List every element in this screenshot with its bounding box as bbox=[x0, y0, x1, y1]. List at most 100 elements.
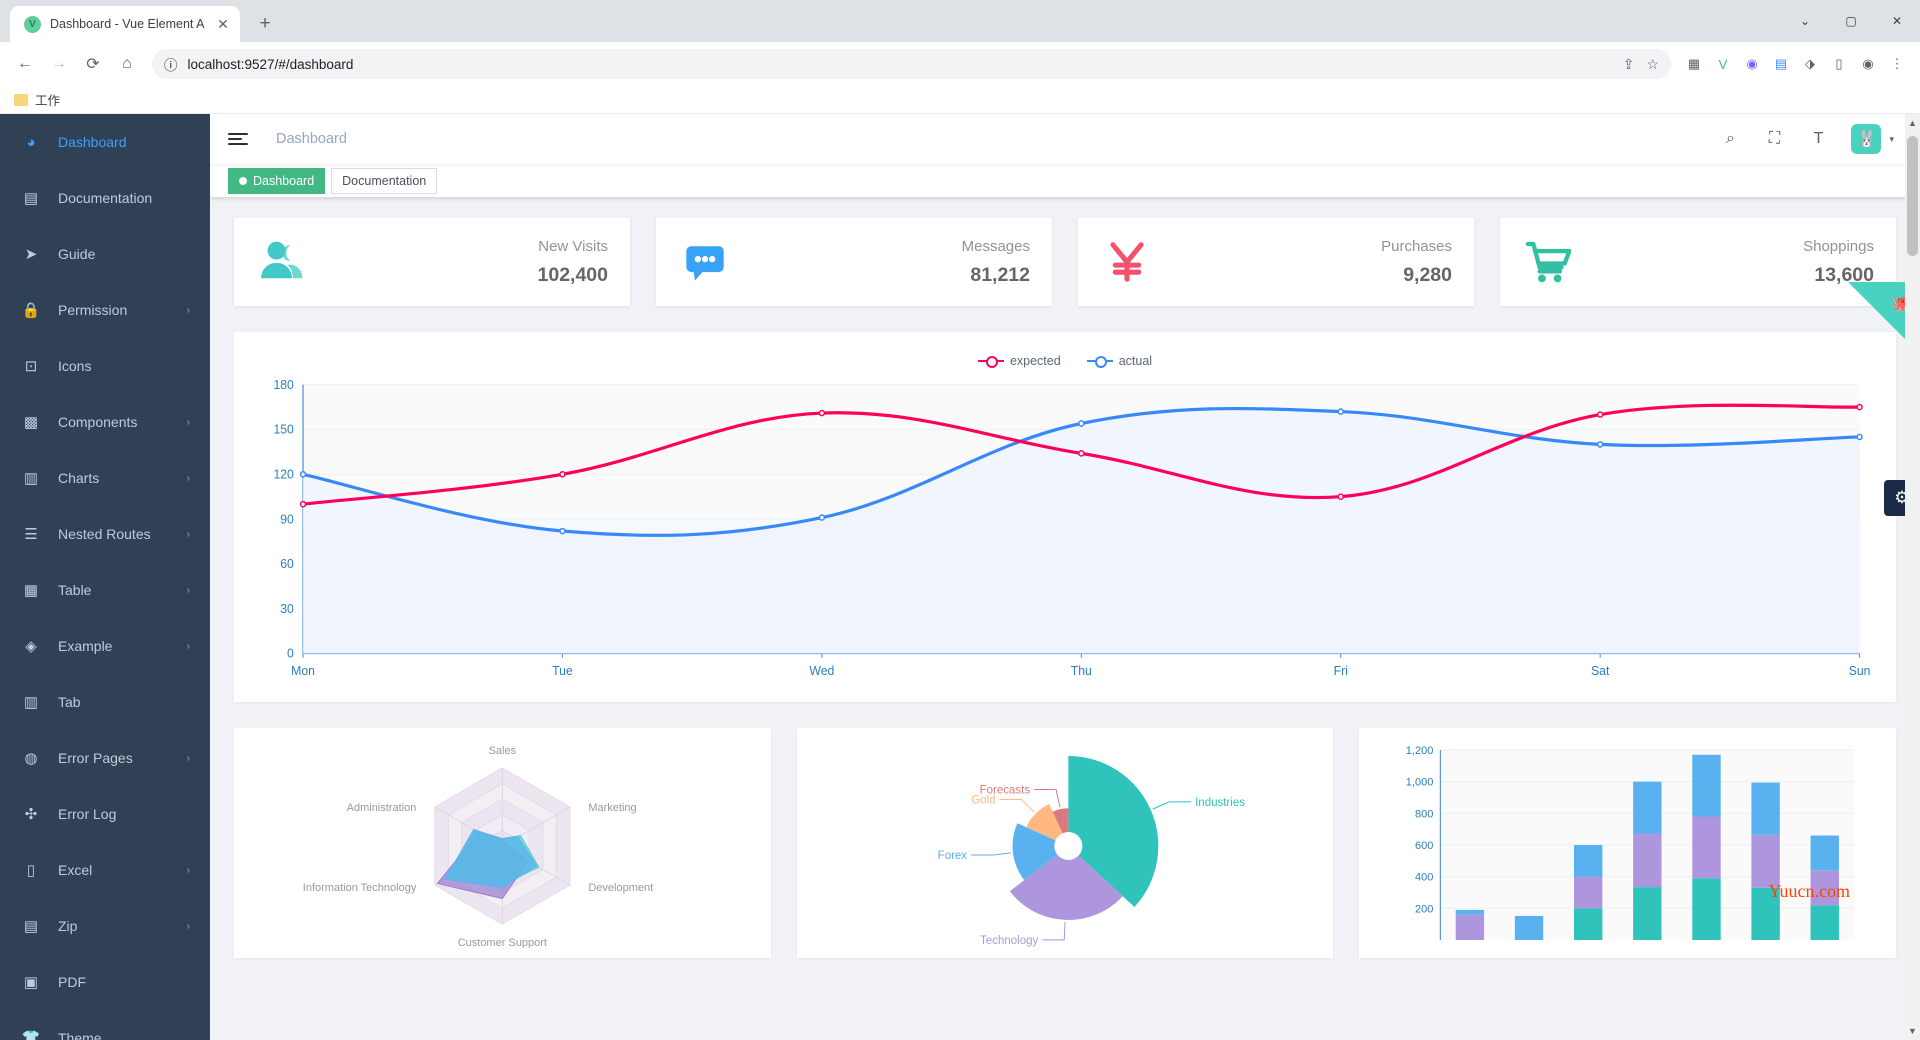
fullscreen-icon[interactable]: ⛶ bbox=[1763, 128, 1785, 150]
browser-menu-icon[interactable]: ⋮ bbox=[1884, 51, 1910, 77]
extension-icon-vue[interactable]: V bbox=[1710, 51, 1736, 77]
svg-text:Technology: Technology bbox=[980, 935, 1038, 947]
chevron-right-icon: › bbox=[186, 472, 190, 484]
sidebar-item-tab[interactable]: ▥ Tab bbox=[0, 674, 210, 730]
app-root: ◕ Dashboard ▤ Documentation ➤ Guide 🔒 Permissio… bbox=[0, 114, 1920, 1040]
bar-chart-panel[interactable]: 200 400 600 800 1,000 1,200 Yuucn.com bbox=[1359, 728, 1897, 958]
sidebar-item-label: Tab bbox=[58, 694, 81, 710]
list-icon: ☰ bbox=[24, 526, 38, 543]
scroll-up-icon[interactable]: ▲ bbox=[1905, 114, 1920, 132]
stat-card-new-visits[interactable]: New Visits 102,400 bbox=[234, 218, 630, 306]
sidebar-item-label: Error Log bbox=[58, 806, 117, 822]
legend-item-actual[interactable]: actual bbox=[1086, 354, 1152, 368]
navbar-actions: ⌕ ⛶ T 🐰 ▾ bbox=[1719, 124, 1920, 154]
sidebar-item-zip[interactable]: ▤ Zip › bbox=[0, 898, 210, 954]
sidebar-item-permission[interactable]: 🔒 Permission › bbox=[0, 282, 210, 338]
stat-text: Shoppings 13,600 bbox=[1803, 238, 1874, 287]
bookmark-star-icon[interactable]: ☆ bbox=[1646, 56, 1659, 73]
sidebar-item-guide[interactable]: ➤ Guide bbox=[0, 226, 210, 282]
close-icon[interactable]: ✕ bbox=[214, 15, 232, 33]
svg-text:Customer Support: Customer Support bbox=[458, 937, 547, 948]
sidebar-toggle-icon[interactable] bbox=[228, 133, 248, 145]
window-close-icon[interactable]: ✕ bbox=[1874, 0, 1920, 42]
sidepanel-icon[interactable]: ▯ bbox=[1826, 51, 1852, 77]
svg-text:Information Technology: Information Technology bbox=[303, 882, 417, 894]
extension-icon-4[interactable]: ▤ bbox=[1768, 51, 1794, 77]
browser-toolbar: ← → ⟳ ⌂ ⓘ localhost:9527/#/dashboard ⇪ ☆… bbox=[0, 42, 1920, 86]
svg-text:Mon: Mon bbox=[291, 664, 315, 678]
share-icon[interactable]: ⇪ bbox=[1623, 56, 1635, 73]
svg-text:Sun: Sun bbox=[1849, 664, 1871, 678]
sidebar-item-theme[interactable]: 👕 Theme bbox=[0, 1010, 210, 1040]
window-controls: ⌄ ▢ ✕ bbox=[1782, 0, 1920, 42]
stat-value: 81,212 bbox=[970, 263, 1030, 286]
sidebar-item-error-log[interactable]: ✣ Error Log bbox=[0, 786, 210, 842]
stat-label: New Visits bbox=[538, 237, 608, 255]
stat-card-purchases[interactable]: Purchases 9,280 bbox=[1078, 218, 1474, 306]
new-tab-button[interactable]: + bbox=[250, 9, 280, 39]
sidebar-item-pdf[interactable]: ▣ PDF bbox=[0, 954, 210, 1010]
sidebar-item-documentation[interactable]: ▤ Documentation bbox=[0, 170, 210, 226]
favicon: V bbox=[24, 15, 41, 33]
bookmark-item[interactable]: 工作 bbox=[35, 90, 60, 109]
page-scrollbar[interactable]: ▲ ▼ bbox=[1905, 114, 1920, 1040]
sidebar-item-icons[interactable]: ⊡ Icons bbox=[0, 338, 210, 394]
pie-chart-panel[interactable]: Industries Technology Forex Gold Forecasts bbox=[796, 728, 1334, 958]
sidebar-item-label: Components bbox=[58, 414, 138, 430]
svg-text:Industries: Industries bbox=[1195, 797, 1245, 809]
avatar[interactable]: 🐰 bbox=[1851, 124, 1882, 154]
legend-marker bbox=[977, 355, 1004, 368]
sidebar-item-example[interactable]: ◈ Example › bbox=[0, 618, 210, 674]
stat-card-messages[interactable]: Messages 81,212 bbox=[656, 218, 1052, 306]
svg-text:150: 150 bbox=[273, 422, 293, 436]
address-bar[interactable]: ⓘ localhost:9527/#/dashboard ⇪ ☆ bbox=[152, 49, 1671, 79]
stat-label: Shoppings bbox=[1803, 237, 1874, 255]
text-size-icon[interactable]: T bbox=[1807, 128, 1829, 150]
sidebar: ◕ Dashboard ▤ Documentation ➤ Guide 🔒 Permissio… bbox=[0, 114, 210, 1040]
extension-icons: ▦ V ◉ ▤ ⬗ ▯ ◉ ⋮ bbox=[1681, 51, 1910, 77]
sidebar-item-error-pages[interactable]: ◍ Error Pages › bbox=[0, 730, 210, 786]
sidebar-item-excel[interactable]: ▯ Excel › bbox=[0, 842, 210, 898]
search-icon[interactable]: ⌕ bbox=[1719, 128, 1741, 150]
browser-tab[interactable]: V Dashboard - Vue Element Adm ✕ bbox=[10, 6, 240, 42]
bug-icon: ✣ bbox=[24, 806, 38, 823]
stat-card-shoppings[interactable]: Shoppings 13,600 bbox=[1500, 218, 1896, 306]
legend-item-expected[interactable]: expected bbox=[977, 354, 1061, 368]
scroll-down-icon[interactable]: ▼ bbox=[1905, 1022, 1920, 1040]
radar-chart-panel[interactable]: Sales Marketing Development Customer Suppor… bbox=[234, 728, 771, 958]
svg-text:0: 0 bbox=[287, 646, 294, 660]
document-icon: ▤ bbox=[23, 190, 39, 207]
sidebar-item-label: Icons bbox=[58, 358, 92, 374]
main-area: Dashboard ⌕ ⛶ T 🐰 ▾ Dashboard Documentati… bbox=[210, 114, 1920, 1040]
charts-row: Sales Marketing Development Customer Suppor… bbox=[234, 728, 1897, 958]
tag-documentation[interactable]: Documentation bbox=[331, 167, 438, 194]
message-icon bbox=[678, 235, 732, 289]
home-icon[interactable]: ⌂ bbox=[112, 49, 142, 79]
line-chart[interactable]: 0 30 60 90 120 150 180 Mon Tue Wed Thu Fri Sat Sun bbox=[250, 374, 1880, 694]
svg-text:400: 400 bbox=[1415, 872, 1433, 884]
site-info-icon[interactable]: ⓘ bbox=[164, 54, 178, 74]
pie-svg: IndustriesTechnologyForexGoldForecasts bbox=[937, 756, 1245, 947]
reload-icon[interactable]: ⟳ bbox=[78, 49, 108, 79]
chevron-down-icon[interactable]: ▾ bbox=[1889, 134, 1894, 145]
maximize-icon[interactable]: ▢ bbox=[1828, 0, 1874, 42]
sidebar-item-components[interactable]: ▩ Components › bbox=[0, 394, 210, 450]
scrollbar-thumb[interactable] bbox=[1907, 136, 1918, 256]
extension-icon-3[interactable]: ◉ bbox=[1739, 51, 1765, 77]
sidebar-item-dashboard[interactable]: ◕ Dashboard bbox=[0, 114, 210, 170]
minimize-icon[interactable]: ⌄ bbox=[1782, 0, 1828, 42]
sidebar-item-nested-routes[interactable]: ☰ Nested Routes › bbox=[0, 506, 210, 562]
back-icon[interactable]: ← bbox=[10, 49, 40, 79]
dashboard-icon: ◕ bbox=[26, 133, 36, 151]
profile-icon[interactable]: ◉ bbox=[1855, 51, 1881, 77]
pdf-icon: ▣ bbox=[23, 974, 39, 991]
sidebar-item-charts[interactable]: ▥ Charts › bbox=[0, 450, 210, 506]
forward-icon[interactable]: → bbox=[44, 49, 74, 79]
svg-text:Tue: Tue bbox=[552, 664, 573, 678]
extension-icon-1[interactable]: ▦ bbox=[1681, 51, 1707, 77]
sidebar-item-table[interactable]: ▦ Table › bbox=[0, 562, 210, 618]
tag-dashboard[interactable]: Dashboard bbox=[228, 167, 326, 194]
sidebar-item-label: PDF bbox=[58, 974, 86, 990]
extensions-puzzle-icon[interactable]: ⬗ bbox=[1797, 51, 1823, 77]
bookmarks-bar: 工作 bbox=[0, 86, 1920, 114]
